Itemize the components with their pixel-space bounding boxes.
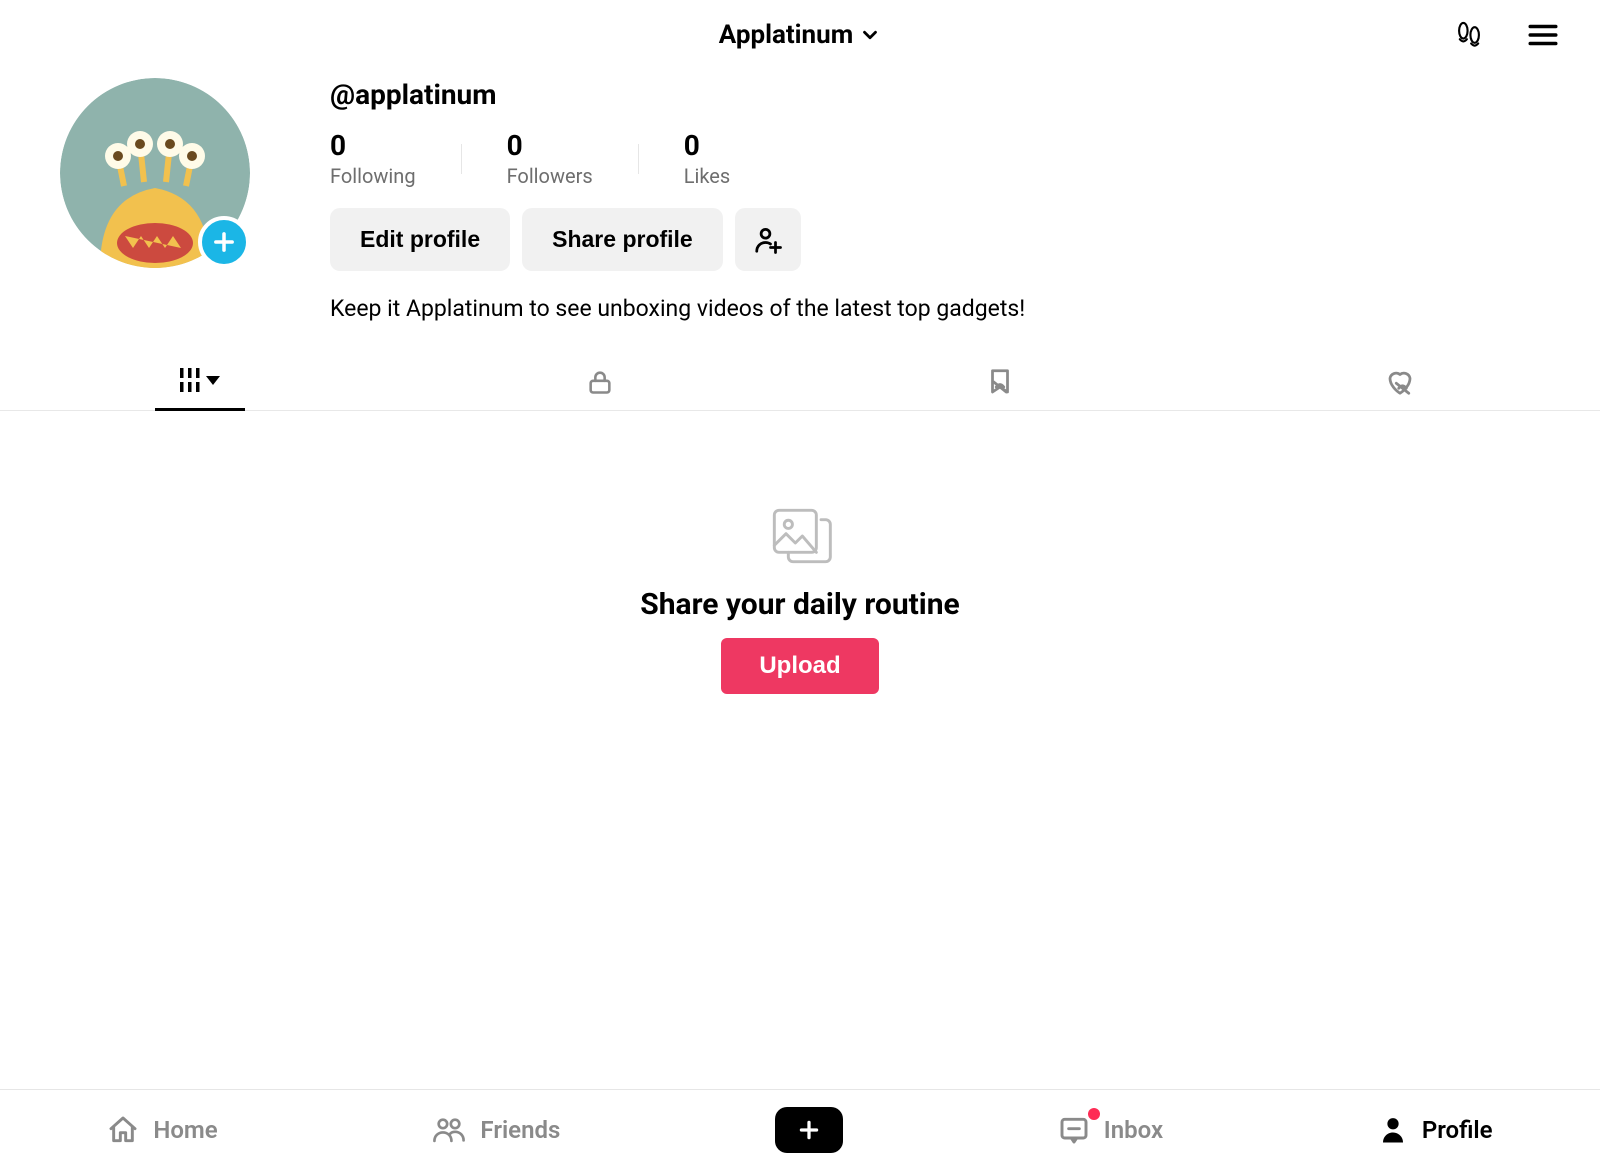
heart-hidden-icon	[1385, 367, 1415, 397]
plus-icon	[210, 228, 238, 256]
display-name: Applatinum	[719, 20, 853, 50]
edit-profile-button[interactable]: Edit profile	[330, 208, 510, 271]
following-count: 0	[330, 129, 416, 162]
tab-liked[interactable]	[1200, 354, 1600, 410]
tab-private[interactable]	[400, 354, 800, 410]
profile-handle: @applatinum	[330, 78, 1540, 111]
avatar-container[interactable]	[60, 78, 250, 268]
share-profile-button[interactable]: Share profile	[522, 208, 723, 271]
inbox-icon	[1058, 1114, 1090, 1146]
plus-icon	[796, 1117, 822, 1143]
photos-icon	[765, 501, 835, 571]
account-switcher[interactable]: Applatinum	[719, 20, 881, 50]
likes-label: Likes	[684, 164, 731, 188]
grid-dropdown-icon	[180, 368, 220, 396]
add-friends-button[interactable]	[735, 208, 801, 271]
tab-saved[interactable]	[800, 354, 1200, 410]
footsteps-icon	[1452, 18, 1486, 52]
nav-home-label: Home	[153, 1116, 217, 1144]
empty-state-title: Share your daily routine	[640, 587, 960, 622]
home-icon	[107, 1114, 139, 1146]
add-story-button[interactable]	[198, 216, 250, 268]
followers-label: Followers	[507, 164, 593, 188]
profile-icon	[1378, 1115, 1408, 1145]
stat-following[interactable]: 0 Following	[330, 129, 416, 188]
friends-icon	[432, 1114, 466, 1146]
stat-likes[interactable]: 0 Likes	[684, 129, 731, 188]
lock-icon	[586, 368, 614, 396]
hamburger-icon	[1526, 18, 1560, 52]
footsteps-button[interactable]	[1452, 18, 1486, 52]
add-person-icon	[753, 225, 783, 255]
chevron-down-icon	[859, 24, 881, 46]
tab-posts[interactable]	[0, 354, 400, 410]
menu-button[interactable]	[1526, 18, 1560, 52]
likes-count: 0	[684, 129, 731, 162]
notification-dot	[1088, 1108, 1100, 1120]
nav-profile-label: Profile	[1422, 1116, 1493, 1144]
profile-bio: Keep it Applatinum to see unboxing video…	[330, 295, 1540, 322]
nav-home[interactable]: Home	[107, 1114, 217, 1146]
nav-friends[interactable]: Friends	[432, 1114, 560, 1146]
nav-profile[interactable]: Profile	[1378, 1115, 1493, 1145]
nav-friends-label: Friends	[480, 1116, 560, 1144]
stat-divider	[638, 144, 639, 174]
nav-inbox-label: Inbox	[1104, 1116, 1163, 1144]
nav-create[interactable]	[775, 1107, 843, 1153]
nav-inbox[interactable]: Inbox	[1058, 1114, 1163, 1146]
following-label: Following	[330, 164, 416, 188]
stat-divider	[461, 144, 462, 174]
stat-followers[interactable]: 0 Followers	[507, 129, 593, 188]
upload-button[interactable]: Upload	[721, 638, 878, 694]
followers-count: 0	[507, 129, 593, 162]
bottom-nav: Home Friends Inbox Profile	[0, 1089, 1600, 1169]
bookmark-hidden-icon	[985, 367, 1015, 397]
